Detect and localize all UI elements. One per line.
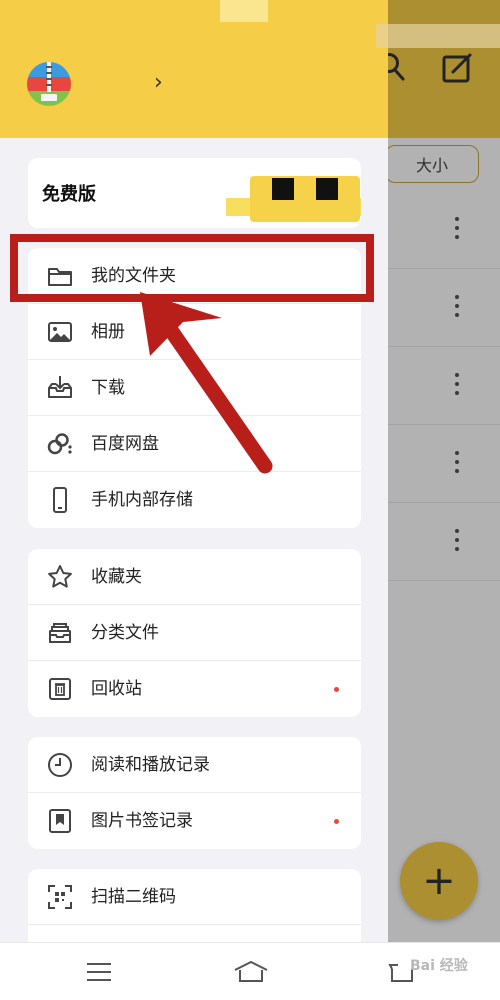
menu-item-image-bookmarks[interactable]: 图片书签记录	[28, 793, 361, 849]
history-group-card: 阅读和播放记录 图片书签记录	[28, 737, 361, 849]
menu-item-label: 收藏夹	[91, 567, 142, 587]
collections-group-card: 收藏夹 分类文件 回收站	[28, 549, 361, 717]
phone-icon	[46, 486, 74, 514]
star-icon	[46, 563, 74, 591]
qr-scan-icon	[46, 883, 74, 911]
bookmark-icon	[46, 807, 74, 835]
menu-item-label: 图片书签记录	[91, 811, 193, 831]
cloud-drive-icon	[46, 430, 74, 458]
status-bar-blur	[376, 24, 500, 48]
menu-icon[interactable]	[86, 962, 112, 986]
watermark: Bai 经验	[410, 958, 468, 974]
menu-item-label: 手机内部存储	[91, 490, 193, 510]
download-tray-icon	[46, 374, 74, 402]
status-bar-blur	[220, 0, 268, 22]
menu-item-label: 阅读和播放记录	[91, 755, 210, 775]
trash-icon	[46, 675, 74, 703]
notification-dot	[334, 819, 339, 824]
menu-item-recycle-bin[interactable]: 回收站	[28, 661, 361, 717]
menu-item-baidu-netdisk[interactable]: 百度网盘	[28, 416, 361, 472]
image-icon	[46, 318, 74, 346]
menu-item-label: 相册	[91, 322, 125, 342]
menu-item-label: 扫描二维码	[91, 887, 176, 907]
tools-group-card: 扫描二维码	[28, 869, 361, 942]
category-tray-icon	[46, 619, 74, 647]
menu-item-categorized-files[interactable]: 分类文件	[28, 605, 361, 661]
menu-item-internal-storage[interactable]: 手机内部存储	[28, 472, 361, 528]
menu-item-reading-history[interactable]: 阅读和播放记录	[28, 737, 361, 793]
menu-item-label: 分类文件	[91, 623, 159, 643]
annotation-highlight-box	[10, 234, 374, 302]
app-avatar[interactable]	[27, 62, 71, 106]
menu-item-album[interactable]: 相册	[28, 304, 361, 360]
menu-item-scan-qr[interactable]: 扫描二维码	[28, 869, 361, 925]
clock-icon	[46, 751, 74, 779]
divider	[28, 924, 361, 925]
notification-dot	[334, 687, 339, 692]
upgrade-promo-badge[interactable]	[226, 176, 361, 222]
plan-card[interactable]: 免费版	[28, 158, 361, 228]
menu-item-label: 百度网盘	[91, 434, 159, 454]
plan-title: 免费版	[42, 184, 96, 205]
menu-item-label: 回收站	[91, 679, 142, 699]
navigation-drawer: › 免费版 我的文件夹 相册 下载 百度网盘 手机内部存储 收藏夹 分类文件 回…	[0, 0, 388, 942]
home-icon[interactable]	[233, 960, 269, 988]
drawer-header: ›	[0, 0, 388, 138]
menu-item-label: 下载	[91, 378, 125, 398]
menu-item-download[interactable]: 下载	[28, 360, 361, 416]
menu-item-favorites[interactable]: 收藏夹	[28, 549, 361, 605]
chevron-right-icon[interactable]: ›	[154, 70, 163, 95]
